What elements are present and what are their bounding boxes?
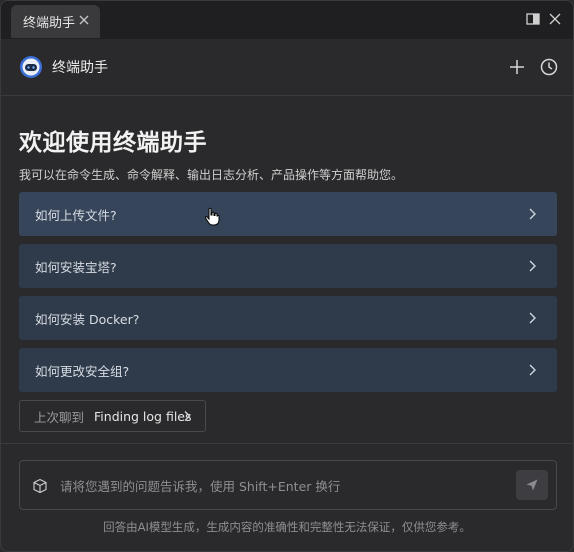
tab-bar: 终端助手 [1,1,573,39]
suggestion-change-security-group[interactable]: 如何更改安全组? [19,348,557,392]
tab-assistant[interactable]: 终端助手 [11,5,100,38]
header-title: 终端助手 [52,60,108,76]
clock-icon[interactable] [539,57,559,77]
chevron-right-icon [529,260,536,272]
plus-icon[interactable] [507,57,527,77]
send-button[interactable] [516,470,548,500]
suggestion-label: 如何安装 Docker? [35,311,140,327]
chat-input-box [19,460,557,510]
ai-disclaimer: 回答由AI模型生成，生成内容的准确性和完整性无法保证，仅供您参考。 [103,520,471,534]
chat-input[interactable] [58,473,502,499]
suggestion-upload-file[interactable]: 如何上传文件? [19,192,557,236]
chevron-right-icon [529,312,536,324]
assistant-robot-icon [20,56,42,78]
suggestion-install-baota[interactable]: 如何安装宝塔? [19,244,557,288]
chevron-right-icon [529,364,536,376]
send-icon [526,479,538,491]
assistant-window: 终端助手 终端助手 欢迎使用终端助手 我可以在命令生成、命令解释、输出日志分析、… [0,0,574,552]
last-chat-topic: Finding log files [94,408,192,424]
last-chat-prefix: 上次聊到 [34,409,85,425]
welcome-subtitle: 我可以在命令生成、命令解释、输出日志分析、产品操作等方面帮助您。 [19,168,404,182]
welcome-title: 欢迎使用终端助手 [19,130,207,156]
hand-cursor-icon [204,207,220,226]
suggestion-label: 如何安装宝塔? [35,259,117,275]
close-icon[interactable] [77,13,91,27]
suggestion-label: 如何更改安全组? [35,363,130,379]
chevron-right-icon [529,208,536,220]
tab-label: 终端助手 [23,16,76,31]
window-close-icon[interactable] [547,11,563,27]
last-chat-button[interactable]: 上次聊到 Finding log files [19,400,206,432]
divider [1,443,573,444]
chevron-right-icon [184,411,191,421]
suggestion-install-docker[interactable]: 如何安装 Docker? [19,296,557,340]
panel-layout-icon[interactable] [525,11,541,27]
suggestion-label: 如何上传文件? [35,207,117,223]
cube-icon[interactable] [32,478,48,494]
header: 终端助手 [1,39,573,96]
